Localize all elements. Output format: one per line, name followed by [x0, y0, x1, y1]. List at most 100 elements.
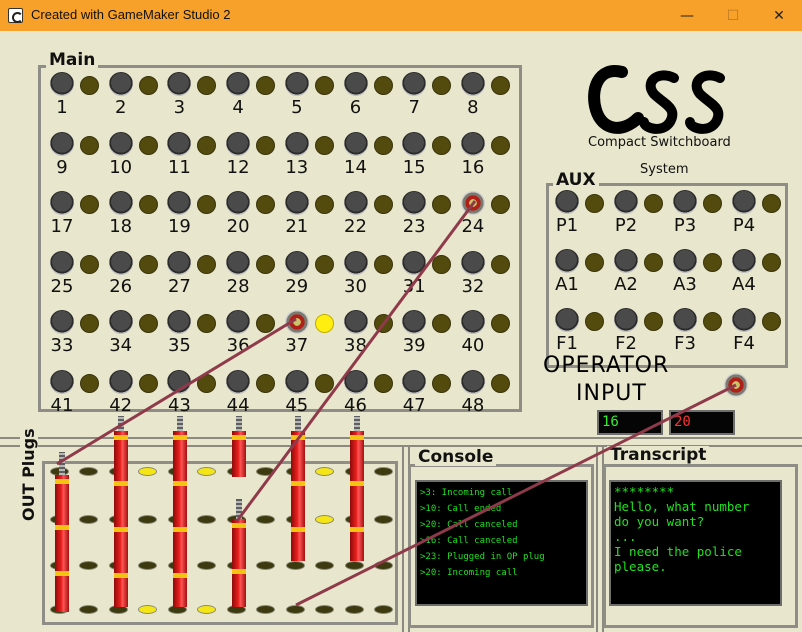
switch-jack-18[interactable]	[108, 191, 133, 215]
out-plug[interactable]	[232, 519, 246, 607]
switch-jack-40[interactable]	[460, 310, 485, 334]
out-plugs-title: OUT Plugs	[19, 424, 38, 525]
switch-jack-36[interactable]	[226, 310, 251, 334]
out-plug[interactable]	[55, 475, 69, 612]
plug-socket-lamp	[315, 515, 334, 524]
switch-jack-43[interactable]	[167, 369, 192, 394]
switch-jack-39[interactable]	[402, 310, 427, 334]
indicator-lamp-18	[138, 195, 158, 214]
aux-jack-p3[interactable]	[673, 190, 697, 214]
switch-jack-23[interactable]	[402, 191, 427, 215]
out-plug[interactable]	[173, 431, 187, 607]
plug-socket-lamp	[374, 515, 393, 524]
console-title: Console	[415, 448, 497, 466]
out-plug[interactable]	[350, 431, 364, 561]
indicator-lamp-37	[314, 314, 334, 333]
aux-jack-f2[interactable]	[614, 308, 638, 332]
jack-label-10: 10	[109, 156, 133, 178]
switch-jack-9[interactable]	[50, 131, 74, 156]
switch-jack-8[interactable]	[460, 72, 485, 96]
indicator-lamp-12	[256, 135, 276, 155]
plug-band	[350, 481, 364, 486]
switch-jack-6[interactable]	[343, 72, 368, 96]
switch-jack-33[interactable]	[50, 310, 74, 334]
aux-lamp-a1	[585, 253, 604, 272]
switch-jack-17[interactable]	[50, 191, 74, 215]
transcript-line: do you want?	[614, 514, 705, 529]
switch-jack-24[interactable]	[460, 191, 485, 215]
aux-jack-f4[interactable]	[732, 308, 756, 332]
switch-jack-25[interactable]	[50, 250, 74, 275]
out-plug[interactable]	[114, 431, 128, 607]
plug-socket[interactable]	[345, 605, 364, 614]
switch-jack-10[interactable]	[108, 131, 133, 156]
aux-jack-p4[interactable]	[732, 190, 756, 214]
switch-jack-7[interactable]	[402, 72, 427, 96]
switch-jack-45[interactable]	[284, 369, 309, 394]
switch-jack-42[interactable]	[108, 369, 133, 394]
switch-jack-28[interactable]	[226, 250, 251, 275]
switch-jack-30[interactable]	[343, 250, 368, 275]
aux-jack-p2[interactable]	[614, 190, 638, 214]
switch-jack-5[interactable]	[284, 72, 309, 96]
switch-jack-4[interactable]	[226, 72, 251, 96]
switch-jack-27[interactable]	[167, 250, 192, 275]
switch-jack-44[interactable]	[226, 369, 251, 394]
aux-jack-a4[interactable]	[732, 249, 756, 273]
switch-jack-16[interactable]	[460, 131, 485, 156]
aux-jack-p1[interactable]	[555, 190, 579, 214]
jack-label-36: 36	[226, 335, 250, 356]
jack-label-12: 12	[226, 156, 250, 178]
switch-jack-48[interactable]	[460, 369, 485, 394]
switch-jack-22[interactable]	[343, 191, 368, 215]
aux-jack-label: P3	[673, 215, 697, 236]
switch-jack-14[interactable]	[343, 131, 368, 156]
indicator-lamp-21	[314, 195, 334, 214]
plug-socket-lamp	[315, 561, 334, 570]
operator-input-jack[interactable]	[724, 373, 748, 397]
jack-label-41: 41	[50, 394, 74, 416]
switch-jack-41[interactable]	[50, 369, 74, 394]
switch-jack-13[interactable]	[284, 131, 309, 156]
switch-jack-46[interactable]	[343, 369, 368, 394]
plug-socket[interactable]	[286, 561, 305, 570]
out-plug[interactable]	[291, 431, 305, 561]
switch-jack-34[interactable]	[108, 310, 133, 334]
switch-jack-37[interactable]	[284, 310, 309, 334]
switch-jack-32[interactable]	[460, 250, 485, 275]
plug-socket[interactable]	[345, 561, 364, 570]
jack-label-39: 39	[402, 335, 426, 356]
switch-jack-26[interactable]	[108, 250, 133, 275]
switch-jack-15[interactable]	[402, 131, 427, 156]
transcript-screen: ******** Hello, what number do you want?..…	[609, 480, 782, 606]
aux-jack-a1[interactable]	[555, 249, 579, 273]
indicator-lamp-5	[314, 76, 334, 95]
aux-jack-a3[interactable]	[673, 249, 697, 273]
indicator-lamp-46	[373, 373, 393, 393]
switch-jack-2[interactable]	[108, 72, 133, 96]
indicator-lamp-45	[314, 373, 334, 393]
jack-label-8: 8	[467, 97, 479, 118]
maximize-button[interactable]: ☐	[710, 0, 756, 31]
switch-jack-1[interactable]	[50, 72, 74, 96]
indicator-lamp-40	[490, 314, 510, 333]
switch-jack-29[interactable]	[284, 250, 309, 275]
plug-socket[interactable]	[286, 605, 305, 614]
indicator-lamp-24	[490, 195, 510, 214]
console-line: >20: Call canceled	[420, 520, 518, 530]
jack-label-47: 47	[402, 394, 426, 416]
plug-socket-lamp	[138, 467, 157, 476]
switch-jack-21[interactable]	[284, 191, 309, 215]
aux-jack-f3[interactable]	[673, 308, 697, 332]
minimize-button[interactable]: —	[664, 0, 710, 31]
switch-jack-31[interactable]	[402, 250, 427, 275]
indicator-lamp-14	[373, 135, 393, 155]
switch-jack-38[interactable]	[343, 310, 368, 334]
switch-jack-47[interactable]	[402, 369, 427, 394]
switch-jack-20[interactable]	[226, 191, 251, 215]
close-button[interactable]: ✕	[756, 0, 802, 31]
switch-jack-11[interactable]	[167, 131, 192, 156]
aux-jack-a2[interactable]	[614, 249, 638, 273]
aux-jack-f1[interactable]	[555, 308, 579, 332]
switch-jack-12[interactable]	[226, 131, 251, 156]
